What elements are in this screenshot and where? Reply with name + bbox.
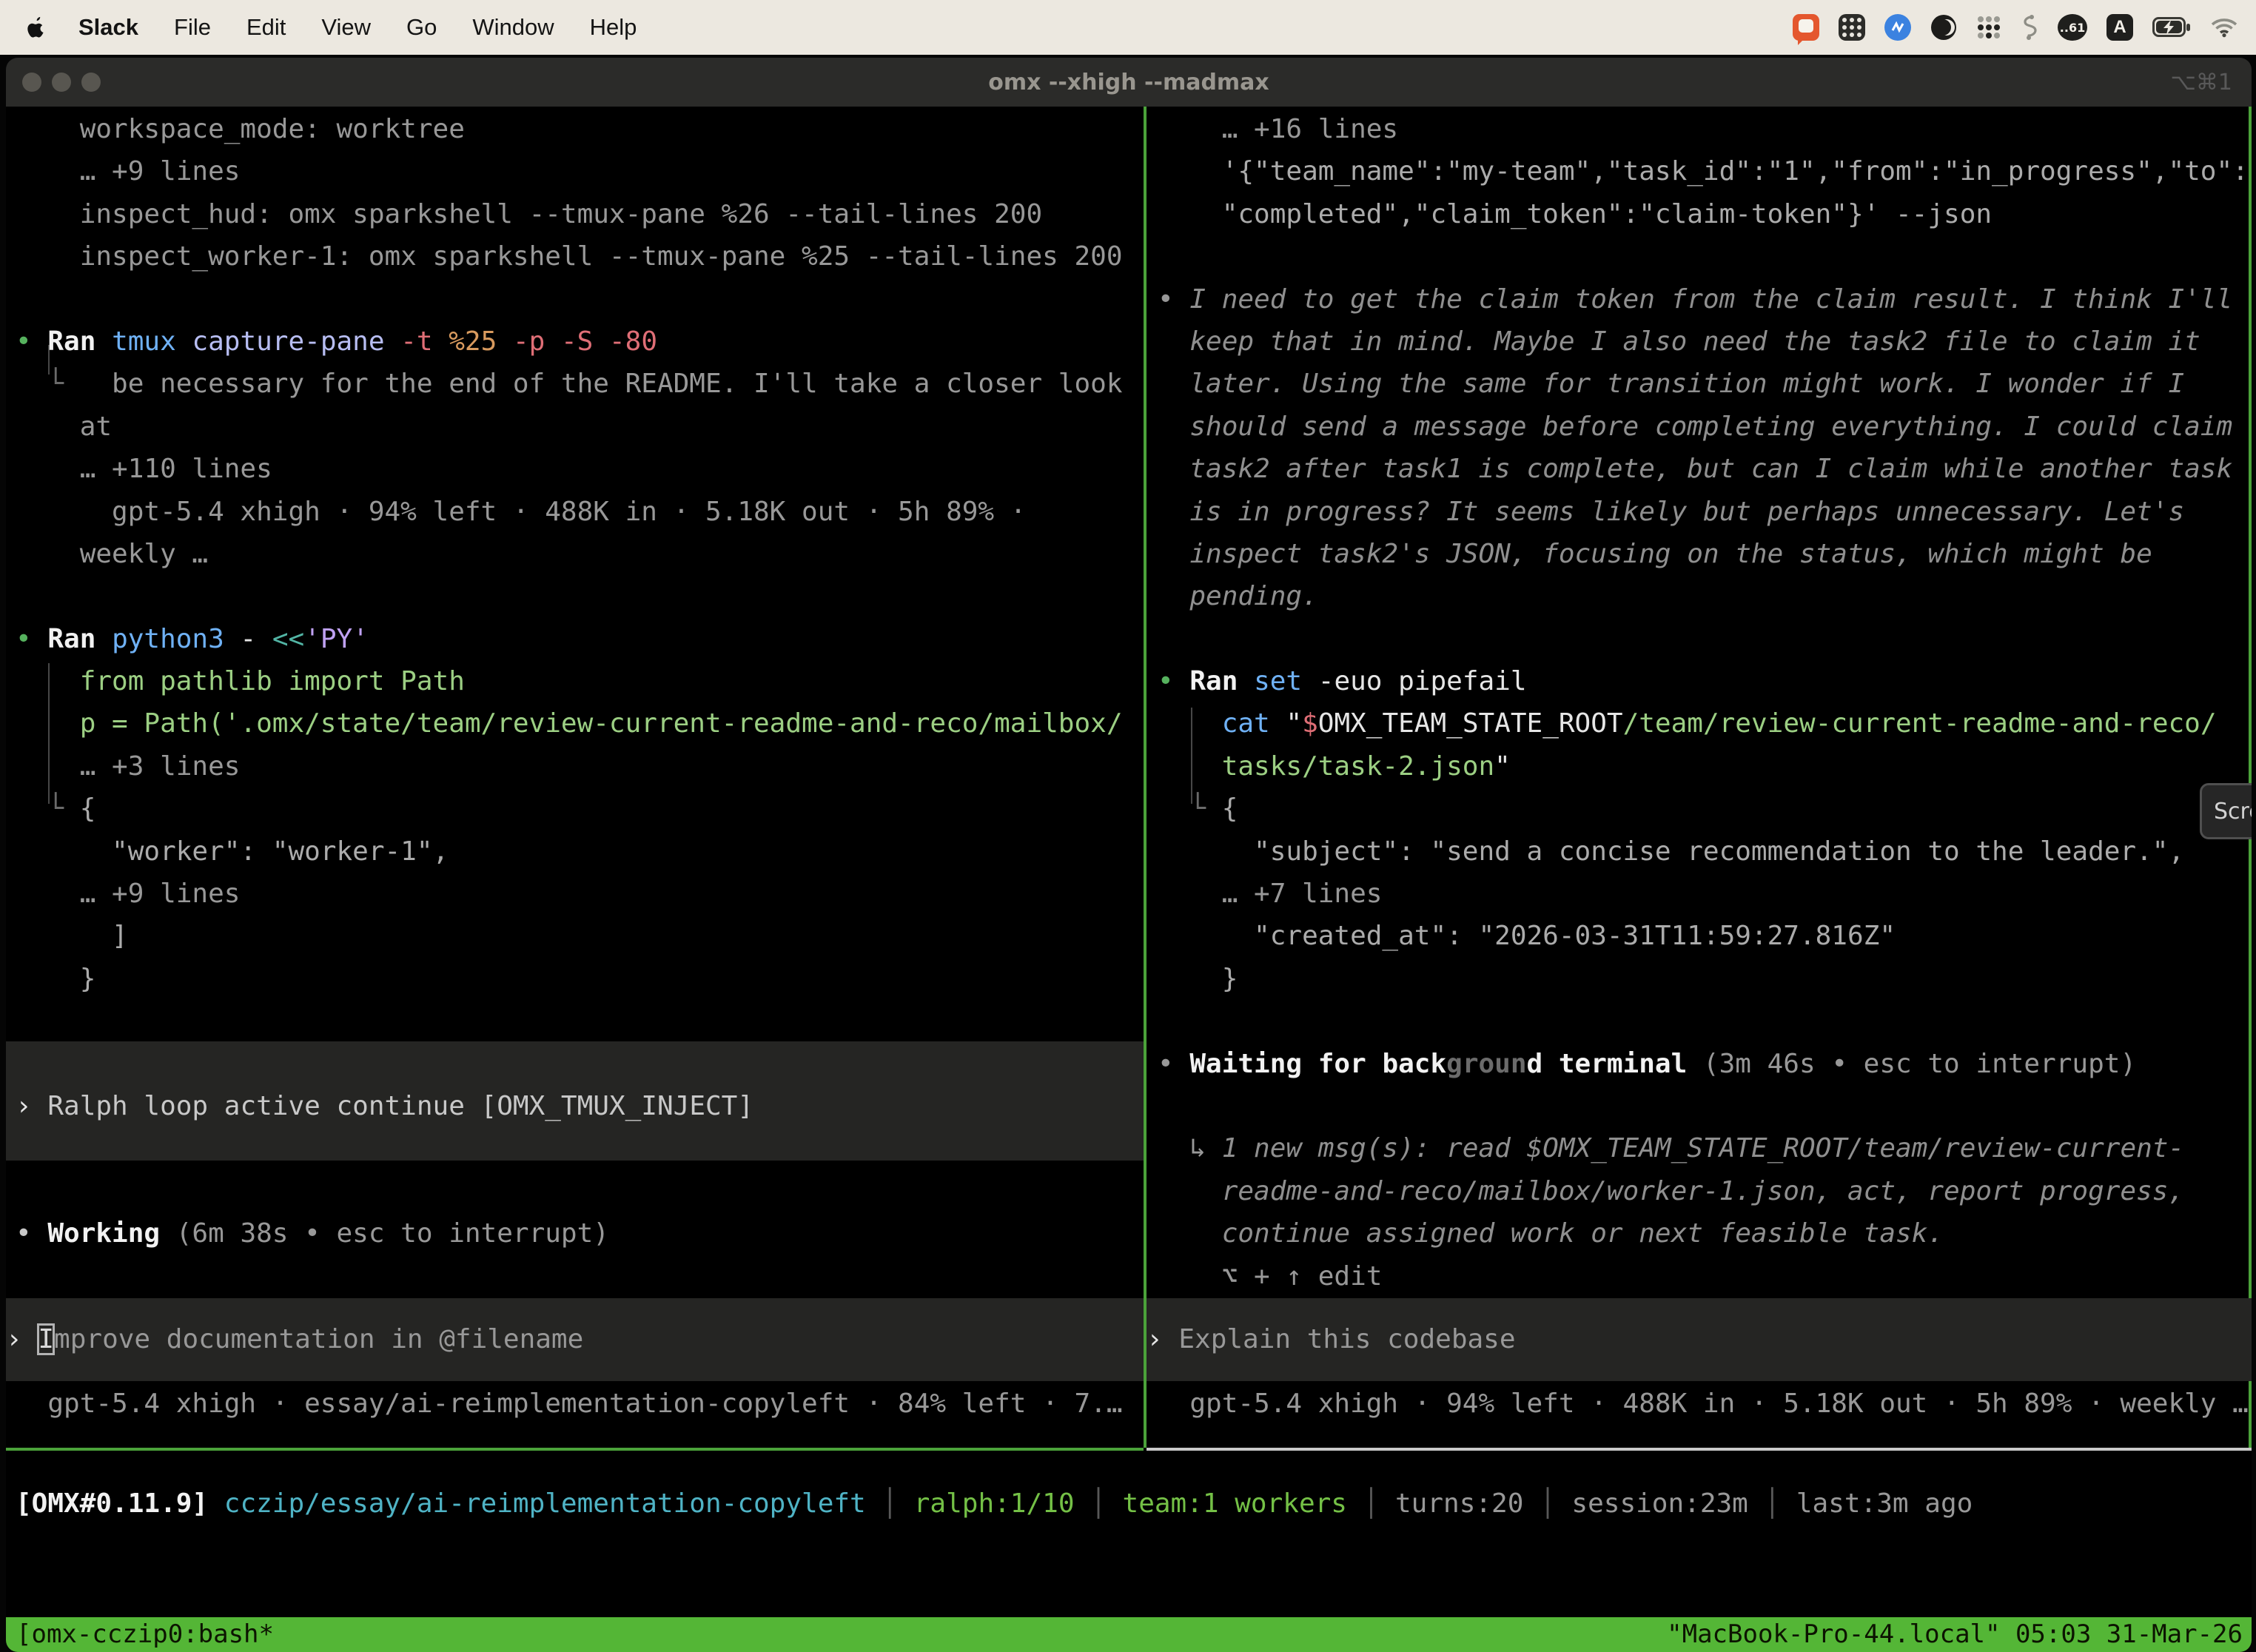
menu-item-view[interactable]: View <box>303 14 389 41</box>
tmux-session-window-label[interactable]: [omx-cczip0:bash* <box>16 1617 274 1652</box>
omx-status-line: [OMX#0.11.9] cczip/essay/ai-reimplementa… <box>6 1483 2252 1525</box>
tooltip-label: Scre <box>2214 799 2252 825</box>
tmux-host-clock-label: "MacBook-Pro-44.local" 05:03 31-Mar-26 <box>1667 1617 2243 1652</box>
keypad-icon[interactable] <box>1839 14 1865 41</box>
wifi-icon[interactable] <box>2210 17 2238 38</box>
screen-time-badge[interactable]: ..61 <box>2058 14 2087 41</box>
dots-grid-icon[interactable] <box>1976 15 2001 40</box>
battery-icon[interactable] <box>2152 17 2191 38</box>
left-pane-output: workspace_mode: worktree … +9 lines insp… <box>16 108 1144 1425</box>
omx-status-segments: [OMX#0.11.9] cczip/essay/ai-reimplementa… <box>6 1483 2252 1525</box>
menu-item-go[interactable]: Go <box>389 14 454 41</box>
window-shortcut-hint: ⌥⌘1 <box>2170 58 2232 107</box>
terminal-window: omx --xhigh --madmax ⌥⌘1 › Improve docum… <box>6 58 2252 1652</box>
left-terminal-pane[interactable]: › Improve documentation in @filename wor… <box>6 107 1144 1448</box>
screen-recording-indicator-icon[interactable] <box>1793 14 1819 41</box>
window-title: omx --xhigh --madmax <box>6 58 2252 107</box>
menu-item-help[interactable]: Help <box>572 14 655 41</box>
crescent-icon[interactable] <box>1930 14 1957 41</box>
menu-item-slack[interactable]: Slack <box>61 14 156 41</box>
menu-item-file[interactable]: File <box>156 14 229 41</box>
tmux-status-bar: [omx-cczip0:bash* "MacBook-Pro-44.local"… <box>6 1617 2252 1652</box>
right-terminal-pane[interactable]: › Explain this codebase … +16 lines '{"t… <box>1147 107 2252 1448</box>
menu-item-edit[interactable]: Edit <box>229 14 303 41</box>
inactive-pane-bottom-border <box>1147 1448 2252 1451</box>
apple-icon <box>27 16 46 38</box>
menu-item-window[interactable]: Window <box>454 14 571 41</box>
macos-menu-bar: Slack File Edit View Go Window Help ..61… <box>0 0 2256 55</box>
screen-tooltip: Scre <box>2200 783 2252 839</box>
squiggle-icon[interactable] <box>2021 14 2038 41</box>
right-pane-output: … +16 lines '{"team_name":"my-team","tas… <box>1158 108 2252 1425</box>
window-titlebar: omx --xhigh --madmax ⌥⌘1 <box>6 58 2252 107</box>
active-pane-bottom-border <box>6 1448 1144 1451</box>
input-source-icon[interactable]: A <box>2106 14 2133 41</box>
apple-menu[interactable] <box>22 16 61 38</box>
sync-badge-icon[interactable] <box>1884 14 1911 41</box>
